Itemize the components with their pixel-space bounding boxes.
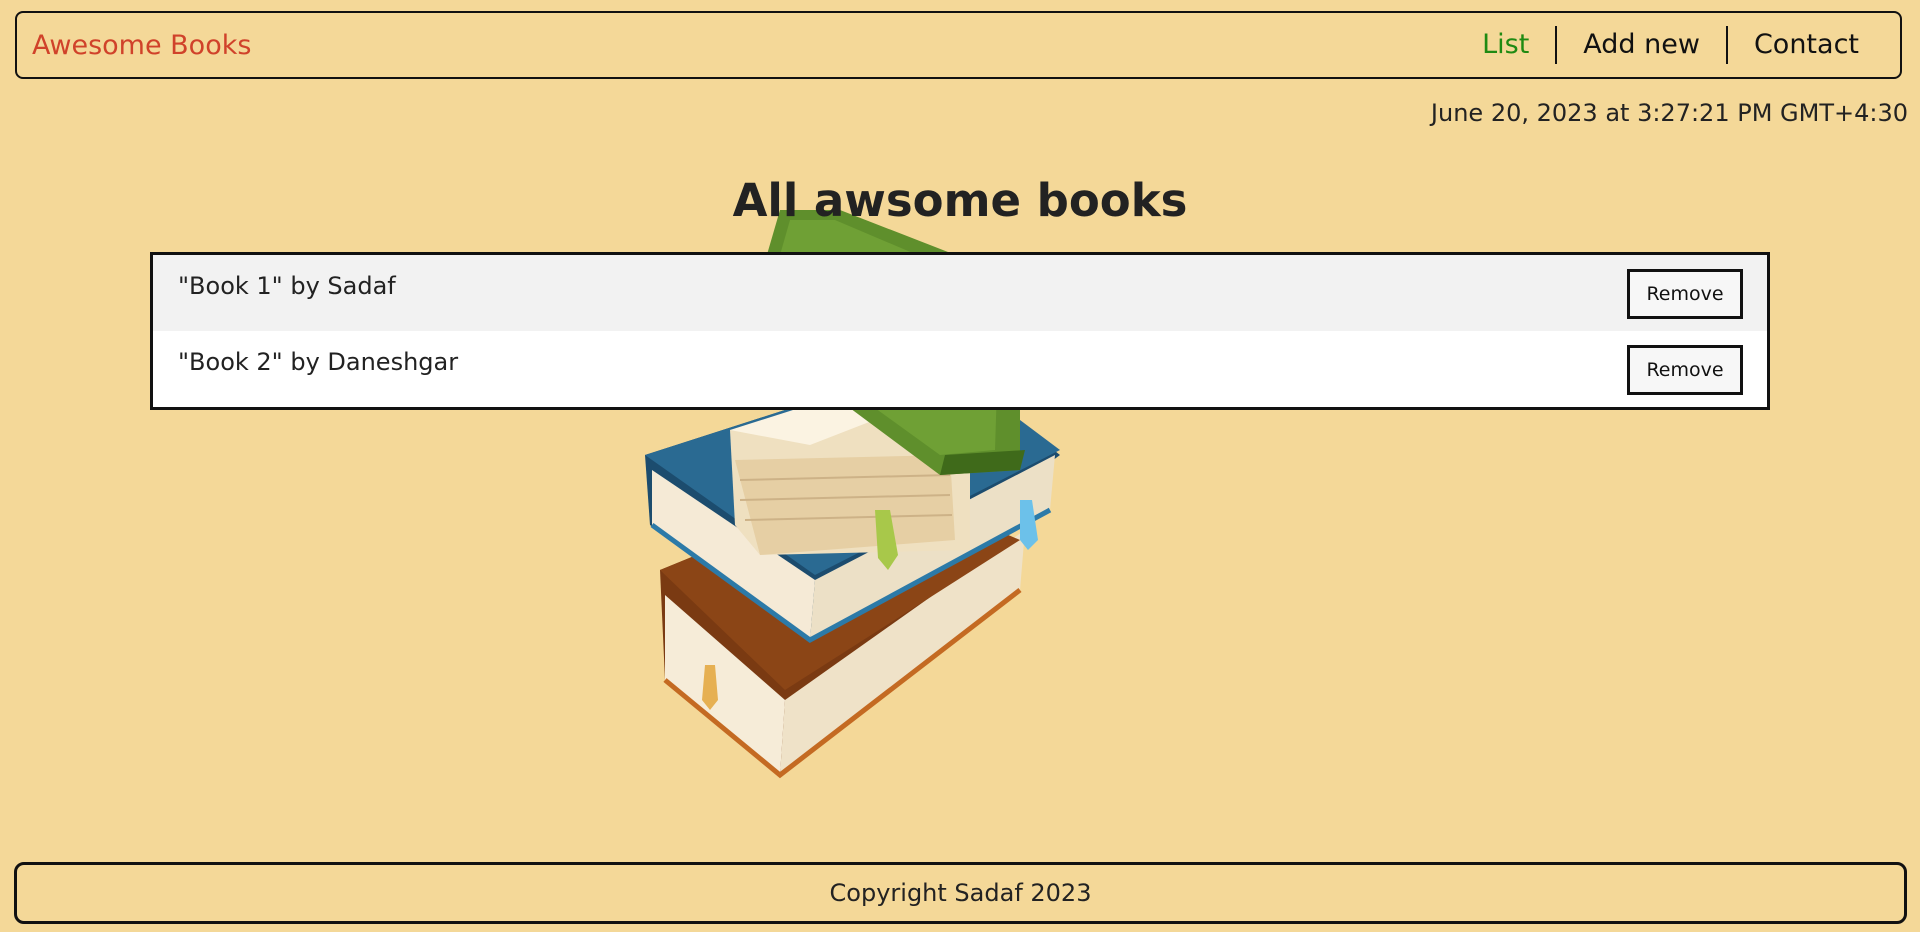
page-footer: Copyright Sadaf 2023 [14, 862, 1907, 924]
nav-link-contact[interactable]: Contact [1728, 27, 1885, 63]
book-title-author: "Book 2" by Daneshgar [178, 348, 459, 376]
book-title-author: "Book 1" by Sadaf [178, 272, 396, 300]
book-list-item: "Book 1" by Sadaf Remove [153, 255, 1767, 331]
nav-links: List Add new Contact [1456, 13, 1885, 77]
book-list: "Book 1" by Sadaf Remove "Book 2" by Dan… [150, 252, 1770, 410]
book-list-item: "Book 2" by Daneshgar Remove [153, 331, 1767, 407]
top-navbar: Awesome Books List Add new Contact [15, 11, 1902, 79]
remove-book-button[interactable]: Remove [1627, 345, 1743, 395]
page-title: All awsome books [732, 174, 1188, 227]
current-datetime: June 20, 2023 at 3:27:21 PM GMT+4:30 [1430, 99, 1908, 127]
brand-logo[interactable]: Awesome Books [32, 30, 251, 61]
copyright-text: Copyright Sadaf 2023 [829, 879, 1092, 907]
page: Awesome Books List Add new Contact June … [0, 0, 1920, 932]
remove-book-button[interactable]: Remove [1627, 269, 1743, 319]
nav-link-list[interactable]: List [1456, 27, 1555, 63]
nav-link-add-new[interactable]: Add new [1557, 27, 1726, 63]
